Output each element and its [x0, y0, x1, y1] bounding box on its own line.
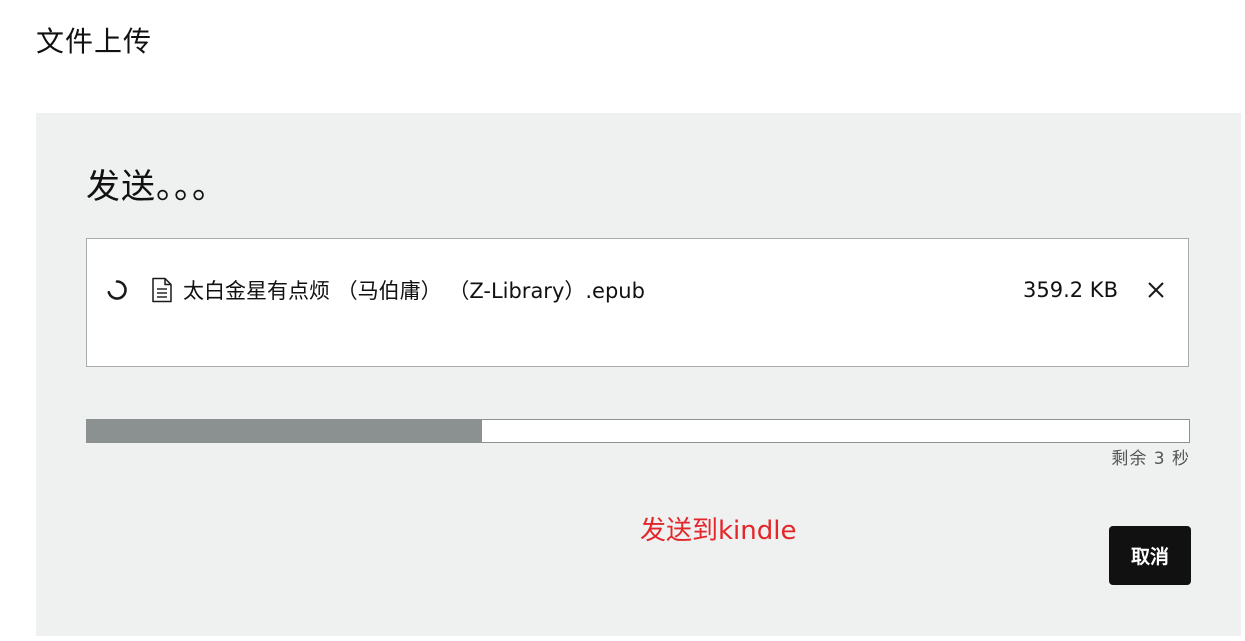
send-to-kindle-label: 发送到kindle — [640, 516, 797, 546]
document-icon — [152, 277, 172, 303]
file-size: 359.2 KB — [1023, 278, 1118, 302]
cancel-button[interactable]: 取消 — [1109, 526, 1191, 585]
progress-fill — [87, 420, 482, 442]
close-icon[interactable] — [1144, 278, 1168, 302]
file-name: 太白金星有点烦 （马伯庸） （Z-Library）.epub — [183, 279, 645, 303]
time-remaining: 剩余 3 秒 — [1111, 449, 1190, 469]
progress-bar — [86, 419, 1190, 443]
upload-panel: 发送。。。 太白金星有点烦 （马伯庸） （Z-Library）.epub 359… — [36, 113, 1241, 636]
page-title: 文件上传 — [36, 25, 153, 58]
spinner-icon — [107, 280, 127, 300]
status-heading: 发送。。。 — [86, 167, 227, 207]
file-card: 太白金星有点烦 （马伯庸） （Z-Library）.epub 359.2 KB — [86, 238, 1189, 367]
